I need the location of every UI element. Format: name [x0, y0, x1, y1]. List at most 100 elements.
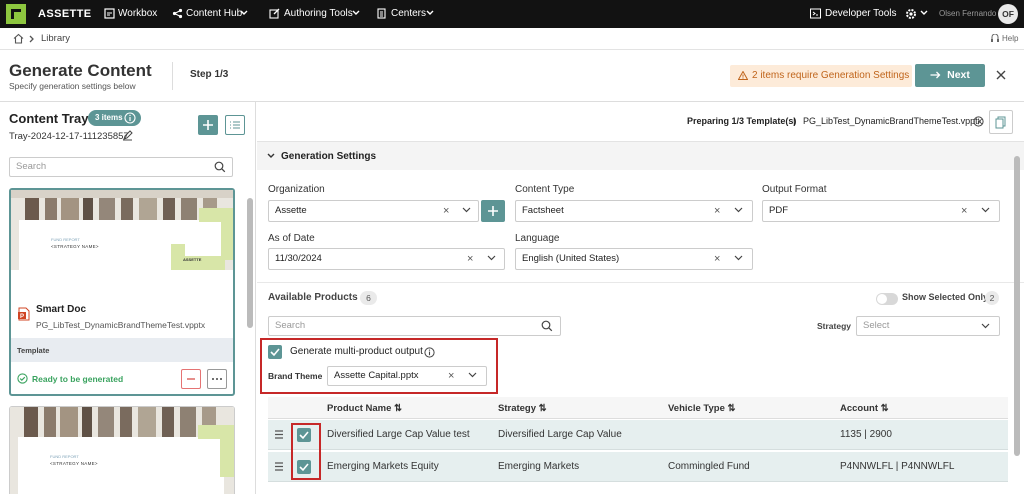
tray-search-input[interactable]: Search — [9, 157, 233, 177]
sort-icon[interactable]: ⇅ — [394, 403, 402, 414]
items-badge-label: 3 items — [95, 113, 123, 122]
product-search-placeholder: Search — [275, 320, 306, 331]
account-cell: P4NNWLFL | P4NNWLFL — [840, 461, 955, 472]
tray-scrollbar[interactable] — [247, 198, 253, 328]
nav-content-hub[interactable]: Content Hub — [186, 8, 242, 19]
multi-product-label: Generate multi-product output — [290, 346, 423, 357]
product-search-input[interactable]: Search — [268, 316, 561, 336]
sort-icon[interactable]: ⇅ — [881, 403, 889, 414]
workbox-icon — [104, 8, 115, 19]
info-icon[interactable] — [124, 112, 136, 124]
content-card[interactable]: FUND REPORT <STRATEGY NAME> ASSETTE P Sm… — [9, 188, 235, 396]
organization-value: Assette — [275, 205, 307, 216]
chevron-right-icon — [29, 35, 35, 43]
nav-developer-tools[interactable]: Developer Tools — [825, 8, 897, 19]
search-icon — [541, 320, 553, 332]
content-card[interactable]: FUND REPORT <STRATEGY NAME> — [9, 406, 235, 494]
assette-logo[interactable] — [6, 4, 26, 24]
available-products-label: Available Products — [268, 292, 358, 303]
content-type-label: Content Type — [515, 184, 575, 195]
drag-handle-icon[interactable] — [274, 462, 284, 471]
plus-icon — [488, 206, 498, 216]
svg-text:P: P — [20, 314, 24, 320]
language-select[interactable]: English (United States) × — [515, 248, 753, 270]
more-options-button[interactable] — [207, 369, 227, 389]
chevron-down-icon — [240, 10, 248, 16]
tray-title: Content Tray — [9, 111, 89, 126]
user-name[interactable]: Olsen Fernando — [939, 9, 996, 18]
add-organization-button[interactable] — [481, 200, 505, 222]
chevron-down-icon — [426, 10, 434, 16]
table-row[interactable]: Emerging Markets Equity Emerging Markets… — [268, 452, 1008, 482]
clear-icon[interactable]: × — [467, 249, 473, 269]
clear-icon[interactable]: × — [714, 249, 720, 269]
info-icon[interactable] — [973, 116, 984, 127]
output-format-select[interactable]: PDF × — [762, 200, 1000, 222]
add-button[interactable] — [198, 115, 218, 135]
column-header-vehicle-type[interactable]: Vehicle Type ⇅ — [668, 403, 735, 414]
drag-handle-icon[interactable] — [274, 430, 284, 439]
content-type-select[interactable]: Factsheet × — [515, 200, 753, 222]
strategy-label: Strategy — [817, 321, 852, 331]
thumb-line1: FUND REPORT — [51, 237, 80, 242]
card-title: Smart Doc — [36, 304, 87, 315]
selected-count: 2 — [985, 291, 999, 305]
card-thumbnail: FUND REPORT <STRATEGY NAME> — [10, 407, 234, 494]
top-navigation-bar: ASSETTE Workbox Content Hub Authoring To… — [0, 0, 1024, 28]
centers-icon — [376, 8, 387, 19]
content-tray: Content Tray 3 items Tray-2024-12-17-111… — [0, 102, 256, 494]
avatar[interactable]: OF — [998, 4, 1018, 24]
products-table-header: Product Name ⇅ Strategy ⇅ Vehicle Type ⇅… — [268, 397, 1008, 419]
multi-product-checkbox[interactable] — [268, 345, 282, 359]
gear-icon[interactable] — [905, 8, 917, 20]
pencil-icon[interactable] — [122, 130, 133, 141]
organization-select[interactable]: Assette × — [268, 200, 479, 222]
nav-workbox[interactable]: Workbox — [118, 8, 157, 19]
plus-icon — [203, 120, 213, 130]
brand-theme-select[interactable]: Assette Capital.pptx × — [327, 366, 487, 386]
ellipsis-icon — [212, 378, 222, 380]
copy-settings-button[interactable] — [989, 110, 1013, 134]
thumb-line1: FUND REPORT — [50, 454, 79, 459]
sort-icon[interactable]: ⇅ — [539, 403, 547, 414]
strategy-select[interactable]: Select — [856, 316, 1000, 336]
column-header-account[interactable]: Account ⇅ — [840, 403, 889, 414]
table-row[interactable]: Diversified Large Cap Value test Diversi… — [268, 420, 1008, 450]
step-indicator: Step 1/3 — [190, 69, 229, 80]
home-icon[interactable] — [13, 33, 24, 44]
close-icon[interactable] — [996, 70, 1006, 80]
panel-scrollbar[interactable] — [1014, 156, 1020, 456]
strategy-placeholder: Select — [863, 320, 890, 331]
clear-icon[interactable]: × — [443, 201, 449, 221]
tray-name: Tray-2024-12-17-111235857 — [9, 131, 129, 142]
warning-banner[interactable]: 2 items require Generation Settings — [730, 65, 912, 87]
clear-icon[interactable]: × — [961, 201, 967, 221]
generation-settings-header[interactable]: Generation Settings — [257, 142, 1024, 170]
separator: | — [793, 116, 796, 126]
nav-centers[interactable]: Centers — [391, 8, 426, 19]
help-icon — [990, 34, 1000, 44]
card-status: Ready to be generated — [32, 374, 124, 384]
column-header-strategy[interactable]: Strategy ⇅ — [498, 403, 547, 414]
sort-icon[interactable]: ⇅ — [728, 403, 736, 414]
help-link[interactable]: Help — [1002, 34, 1018, 43]
organization-label: Organization — [268, 184, 325, 195]
remove-button[interactable] — [181, 369, 201, 389]
info-icon[interactable] — [424, 347, 435, 358]
thumb-logo: ASSETTE — [183, 257, 202, 262]
list-view-button[interactable] — [225, 115, 245, 135]
as-of-date-select[interactable]: 11/30/2024 × — [268, 248, 505, 270]
breadcrumb-library[interactable]: Library — [41, 33, 70, 44]
show-selected-toggle[interactable] — [876, 293, 898, 305]
column-header-label: Product Name — [327, 403, 392, 414]
card-type: Template — [17, 346, 50, 355]
header-divider — [172, 62, 173, 90]
language-label: Language — [515, 233, 560, 244]
clear-icon[interactable]: × — [714, 201, 720, 221]
products-count: 6 — [360, 291, 377, 305]
clear-icon[interactable]: × — [448, 367, 454, 385]
next-button[interactable]: Next — [915, 64, 985, 87]
chevron-down-icon — [267, 153, 275, 159]
column-header-product-name[interactable]: Product Name ⇅ — [327, 403, 402, 414]
nav-authoring-tools[interactable]: Authoring Tools — [284, 8, 353, 19]
